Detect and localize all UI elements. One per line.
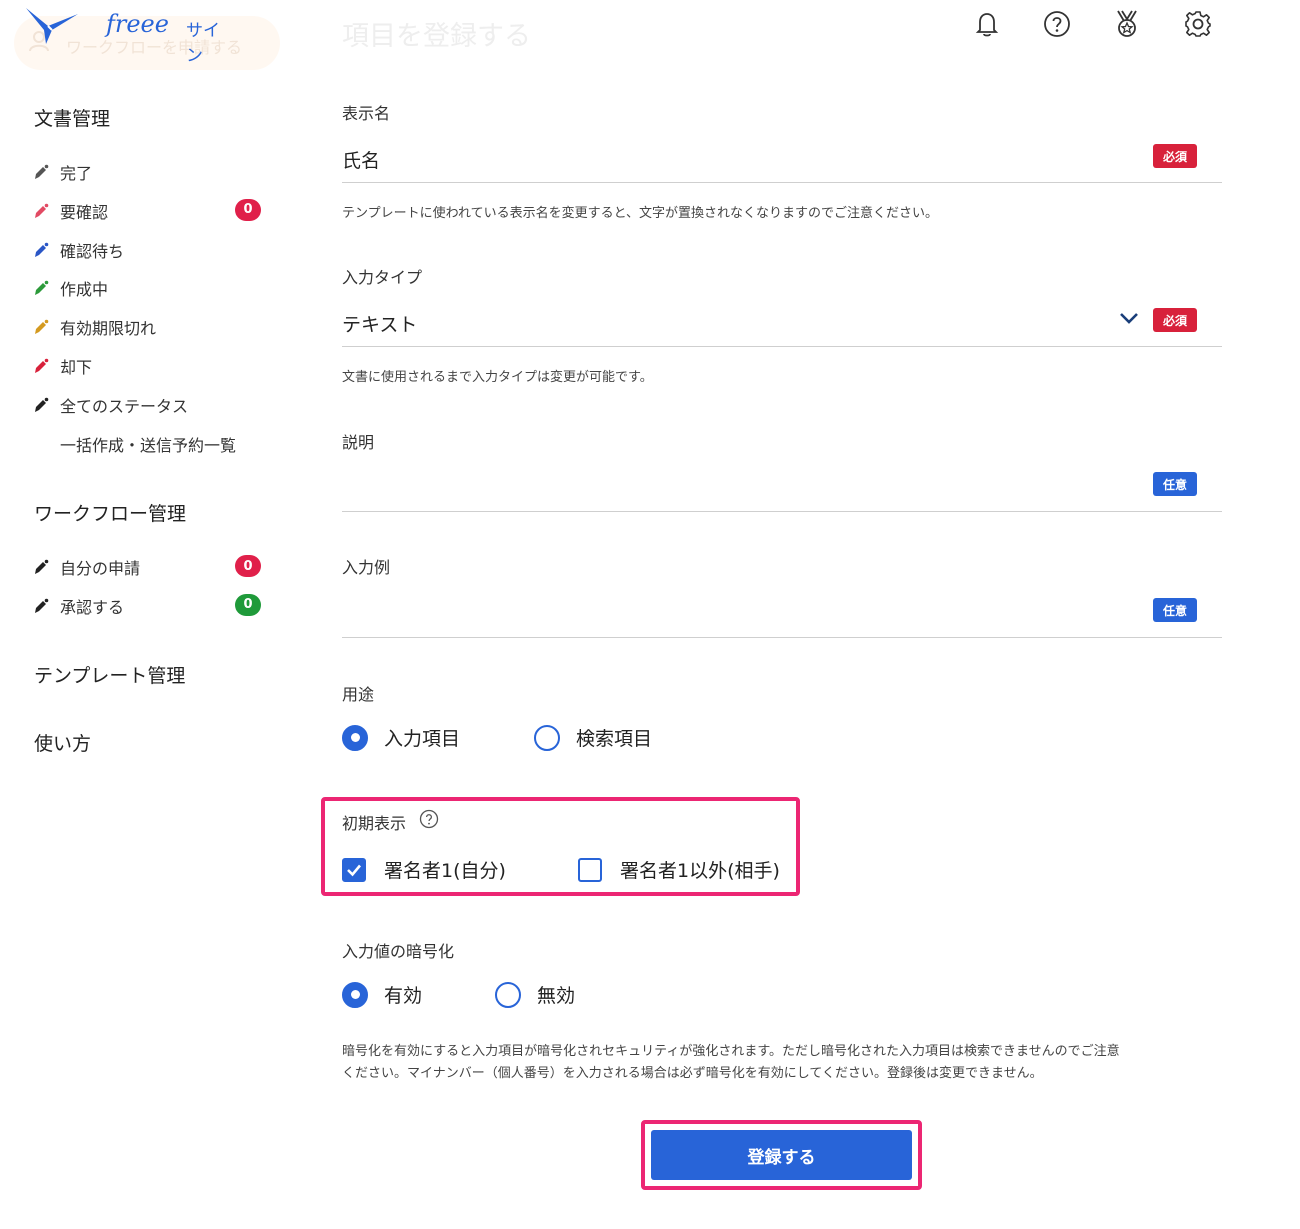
pen-icon (35, 281, 49, 296)
optional-tag: 任意 (1153, 472, 1197, 496)
sidebar-item[interactable]: 却下 (32, 352, 272, 380)
pen-icon (35, 242, 49, 257)
required-tag: 必須 (1153, 308, 1197, 332)
gear-icon[interactable] (1182, 8, 1214, 40)
pen-icon (35, 358, 49, 373)
divider (342, 637, 1222, 638)
radio-unselected[interactable] (495, 981, 521, 1008)
display-name-value: 氏名 (342, 150, 381, 172)
example-input[interactable] (342, 590, 1142, 630)
display-name-input[interactable]: 氏名 (342, 136, 1142, 176)
radio-selected[interactable] (342, 724, 368, 751)
radio-unselected[interactable] (534, 724, 560, 751)
sidebar-item-label: 承認する (60, 597, 125, 617)
sidebar-item[interactable]: 全てのステータス (32, 391, 272, 419)
sidebar-item[interactable]: 承認する 0 (32, 592, 272, 620)
freee-sign-logo[interactable]: freee サイン (22, 4, 232, 66)
usage-radio-input-item[interactable]: 入力項目 (342, 724, 460, 751)
encryption-radio-enabled[interactable]: 有効 (342, 981, 422, 1008)
display-name-hint: テンプレートに使われている表示名を変更すると、文字が置換されなくなりますのでご注… (342, 206, 939, 221)
input-type-select[interactable]: テキスト (342, 300, 1142, 340)
radio-selected[interactable] (342, 981, 368, 1008)
required-tag: 必須 (1153, 144, 1197, 168)
sidebar-item-label: 自分の申請 (60, 559, 141, 578)
sidebar-section-templates[interactable]: テンプレート管理 (34, 661, 185, 688)
input-type-value: テキスト (342, 314, 418, 336)
pen-icon (35, 598, 49, 613)
divider (342, 346, 1222, 347)
divider (342, 182, 1222, 183)
description-input[interactable] (342, 464, 1142, 504)
sidebar-item-label: 要確認 (60, 202, 109, 222)
encryption-option-label: 有効 (384, 985, 423, 1007)
initial-display-label: 初期表示 (342, 814, 407, 833)
sidebar-item-label: 一括作成・送信予約一覧 (60, 435, 237, 455)
medal-icon[interactable] (1111, 8, 1143, 40)
submit-highlight-frame: 登録する (641, 1120, 922, 1190)
sidebar-item-label: 完了 (60, 164, 93, 183)
description-label: 説明 (342, 433, 375, 452)
bird-logo-icon (26, 8, 78, 44)
sidebar-section-documents[interactable]: 文書管理 (34, 104, 110, 131)
display-name-label: 表示名 (342, 104, 391, 123)
checkbox-label: 署名者1以外(相手) (620, 860, 780, 882)
sidebar-item[interactable]: 要確認 0 (32, 197, 272, 225)
input-type-hint: 文書に使用されるまで入力タイプは変更が可能です。 (342, 370, 653, 385)
sidebar-section-workflow[interactable]: ワークフロー管理 (34, 499, 186, 526)
encryption-option-label: 無効 (537, 985, 576, 1007)
pen-icon (35, 319, 49, 335)
example-label: 入力例 (342, 558, 391, 577)
encryption-hint-line2: ください。マイナンバー（個人番号）を入力される場合は必ず暗号化を有効にしてくださ… (342, 1066, 1043, 1081)
pen-icon (35, 203, 49, 218)
logo-text: freee (106, 10, 169, 38)
checkbox-unchecked[interactable] (578, 857, 602, 882)
pen-icon (35, 559, 49, 574)
register-button[interactable]: 登録する (651, 1130, 912, 1180)
sidebar-item[interactable]: 作成中 (32, 274, 272, 302)
sidebar-item-label: 確認待ち (60, 241, 125, 261)
question-circle-icon[interactable] (419, 809, 439, 829)
sidebar-item-label: 有効期限切れ (60, 319, 157, 339)
sidebar-item[interactable]: 有効期限切れ (32, 313, 272, 341)
sidebar-item-label: 作成中 (60, 280, 109, 300)
chevron-down-icon[interactable] (1118, 310, 1140, 326)
count-badge: 0 (235, 555, 261, 577)
divider (342, 511, 1222, 512)
usage-option-label: 入力項目 (384, 728, 461, 750)
sidebar-item[interactable]: 一括作成・送信予約一覧 (32, 430, 272, 458)
sidebar-item-label: 全てのステータス (60, 396, 189, 416)
checkbox-checked[interactable] (342, 857, 366, 882)
input-type-label: 入力タイプ (342, 268, 423, 287)
usage-label: 用途 (342, 685, 375, 704)
help-icon[interactable] (1041, 8, 1073, 40)
logo-subtext: サイン (186, 21, 220, 66)
sidebar-item-label: 却下 (60, 358, 93, 377)
optional-tag: 任意 (1153, 598, 1197, 622)
initial-display-others[interactable]: 署名者1以外(相手) (578, 856, 780, 883)
sidebar-item[interactable]: 完了 (32, 158, 272, 186)
sidebar-section-howto[interactable]: 使い方 (34, 729, 91, 756)
page-title: 項目を登録する (342, 21, 531, 52)
initial-display-signer1[interactable]: 署名者1(自分) (342, 856, 506, 883)
checkbox-label: 署名者1(自分) (384, 860, 506, 882)
count-badge: 0 (235, 593, 261, 616)
pen-icon (35, 164, 49, 179)
encryption-label: 入力値の暗号化 (342, 942, 455, 961)
pen-icon (35, 397, 49, 412)
encryption-radio-disabled[interactable]: 無効 (495, 981, 575, 1008)
bell-icon[interactable] (971, 8, 1003, 40)
encryption-hint-line1: 暗号化を有効にすると入力項目が暗号化されセキュリティが強化されます。ただし暗号化… (342, 1044, 1120, 1059)
usage-option-label: 検索項目 (576, 728, 653, 750)
count-badge: 0 (235, 198, 261, 221)
sidebar-item[interactable]: 自分の申請 0 (32, 553, 272, 581)
sidebar-item[interactable]: 確認待ち (32, 236, 272, 264)
usage-radio-search-item[interactable]: 検索項目 (534, 724, 652, 751)
checkmark-icon (347, 864, 361, 876)
